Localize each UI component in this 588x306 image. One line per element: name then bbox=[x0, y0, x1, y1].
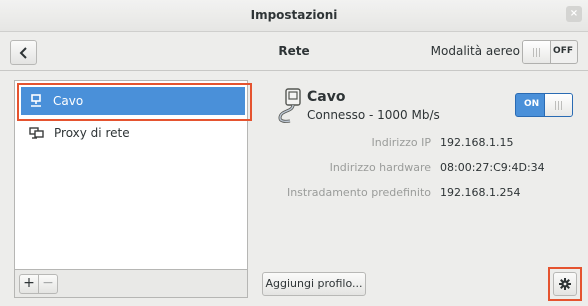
remove-device-button[interactable]: − bbox=[38, 274, 58, 294]
back-button[interactable] bbox=[10, 40, 37, 65]
device-name: Cavo bbox=[307, 89, 346, 105]
ip-address-label: Indirizzo IP bbox=[371, 136, 432, 149]
hardware-address-value: 08:00:27:C9:4D:34 bbox=[440, 161, 545, 174]
default-route-value: 192.168.1.254 bbox=[440, 186, 521, 199]
close-button[interactable]: × bbox=[566, 6, 582, 22]
sidebar-item-proxy[interactable]: Proxy di rete bbox=[21, 119, 245, 147]
device-settings-button[interactable] bbox=[553, 272, 577, 296]
sidebar-item-label: Proxy di rete bbox=[54, 126, 130, 140]
airplane-mode-label: Modalità aereo bbox=[430, 44, 520, 58]
device-switch-state: ON bbox=[524, 99, 540, 109]
device-connection-switch[interactable]: ON bbox=[515, 93, 573, 117]
ethernet-cable-icon bbox=[278, 88, 301, 123]
network-proxy-icon bbox=[29, 127, 44, 139]
sidebar-item-cavo[interactable]: Cavo bbox=[21, 87, 245, 115]
title-bar: Impostazioni × bbox=[0, 0, 588, 32]
wired-network-icon bbox=[31, 94, 41, 107]
add-profile-button[interactable]: Aggiungi profilo... bbox=[262, 272, 366, 296]
airplane-mode-switch[interactable]: OFF bbox=[522, 40, 578, 64]
device-list: Cavo Proxy di rete bbox=[14, 80, 248, 270]
window-title: Impostazioni bbox=[250, 8, 338, 22]
ip-address-value: 192.168.1.15 bbox=[440, 136, 514, 149]
device-list-toolbar: + − bbox=[14, 270, 248, 298]
chevron-left-icon bbox=[19, 46, 27, 59]
switch-knob bbox=[544, 94, 572, 116]
switch-knob bbox=[523, 41, 551, 63]
add-device-button[interactable]: + bbox=[19, 274, 39, 294]
hardware-address-label: Indirizzo hardware bbox=[329, 161, 431, 174]
airplane-mode-state: OFF bbox=[553, 46, 573, 56]
gear-icon bbox=[559, 278, 571, 290]
sidebar-item-label: Cavo bbox=[53, 94, 84, 108]
device-status: Connesso - 1000 Mb/s bbox=[307, 108, 440, 122]
header-bar: Rete Modalità aereo OFF bbox=[0, 33, 588, 71]
default-route-label: Instradamento predefinito bbox=[286, 186, 431, 199]
